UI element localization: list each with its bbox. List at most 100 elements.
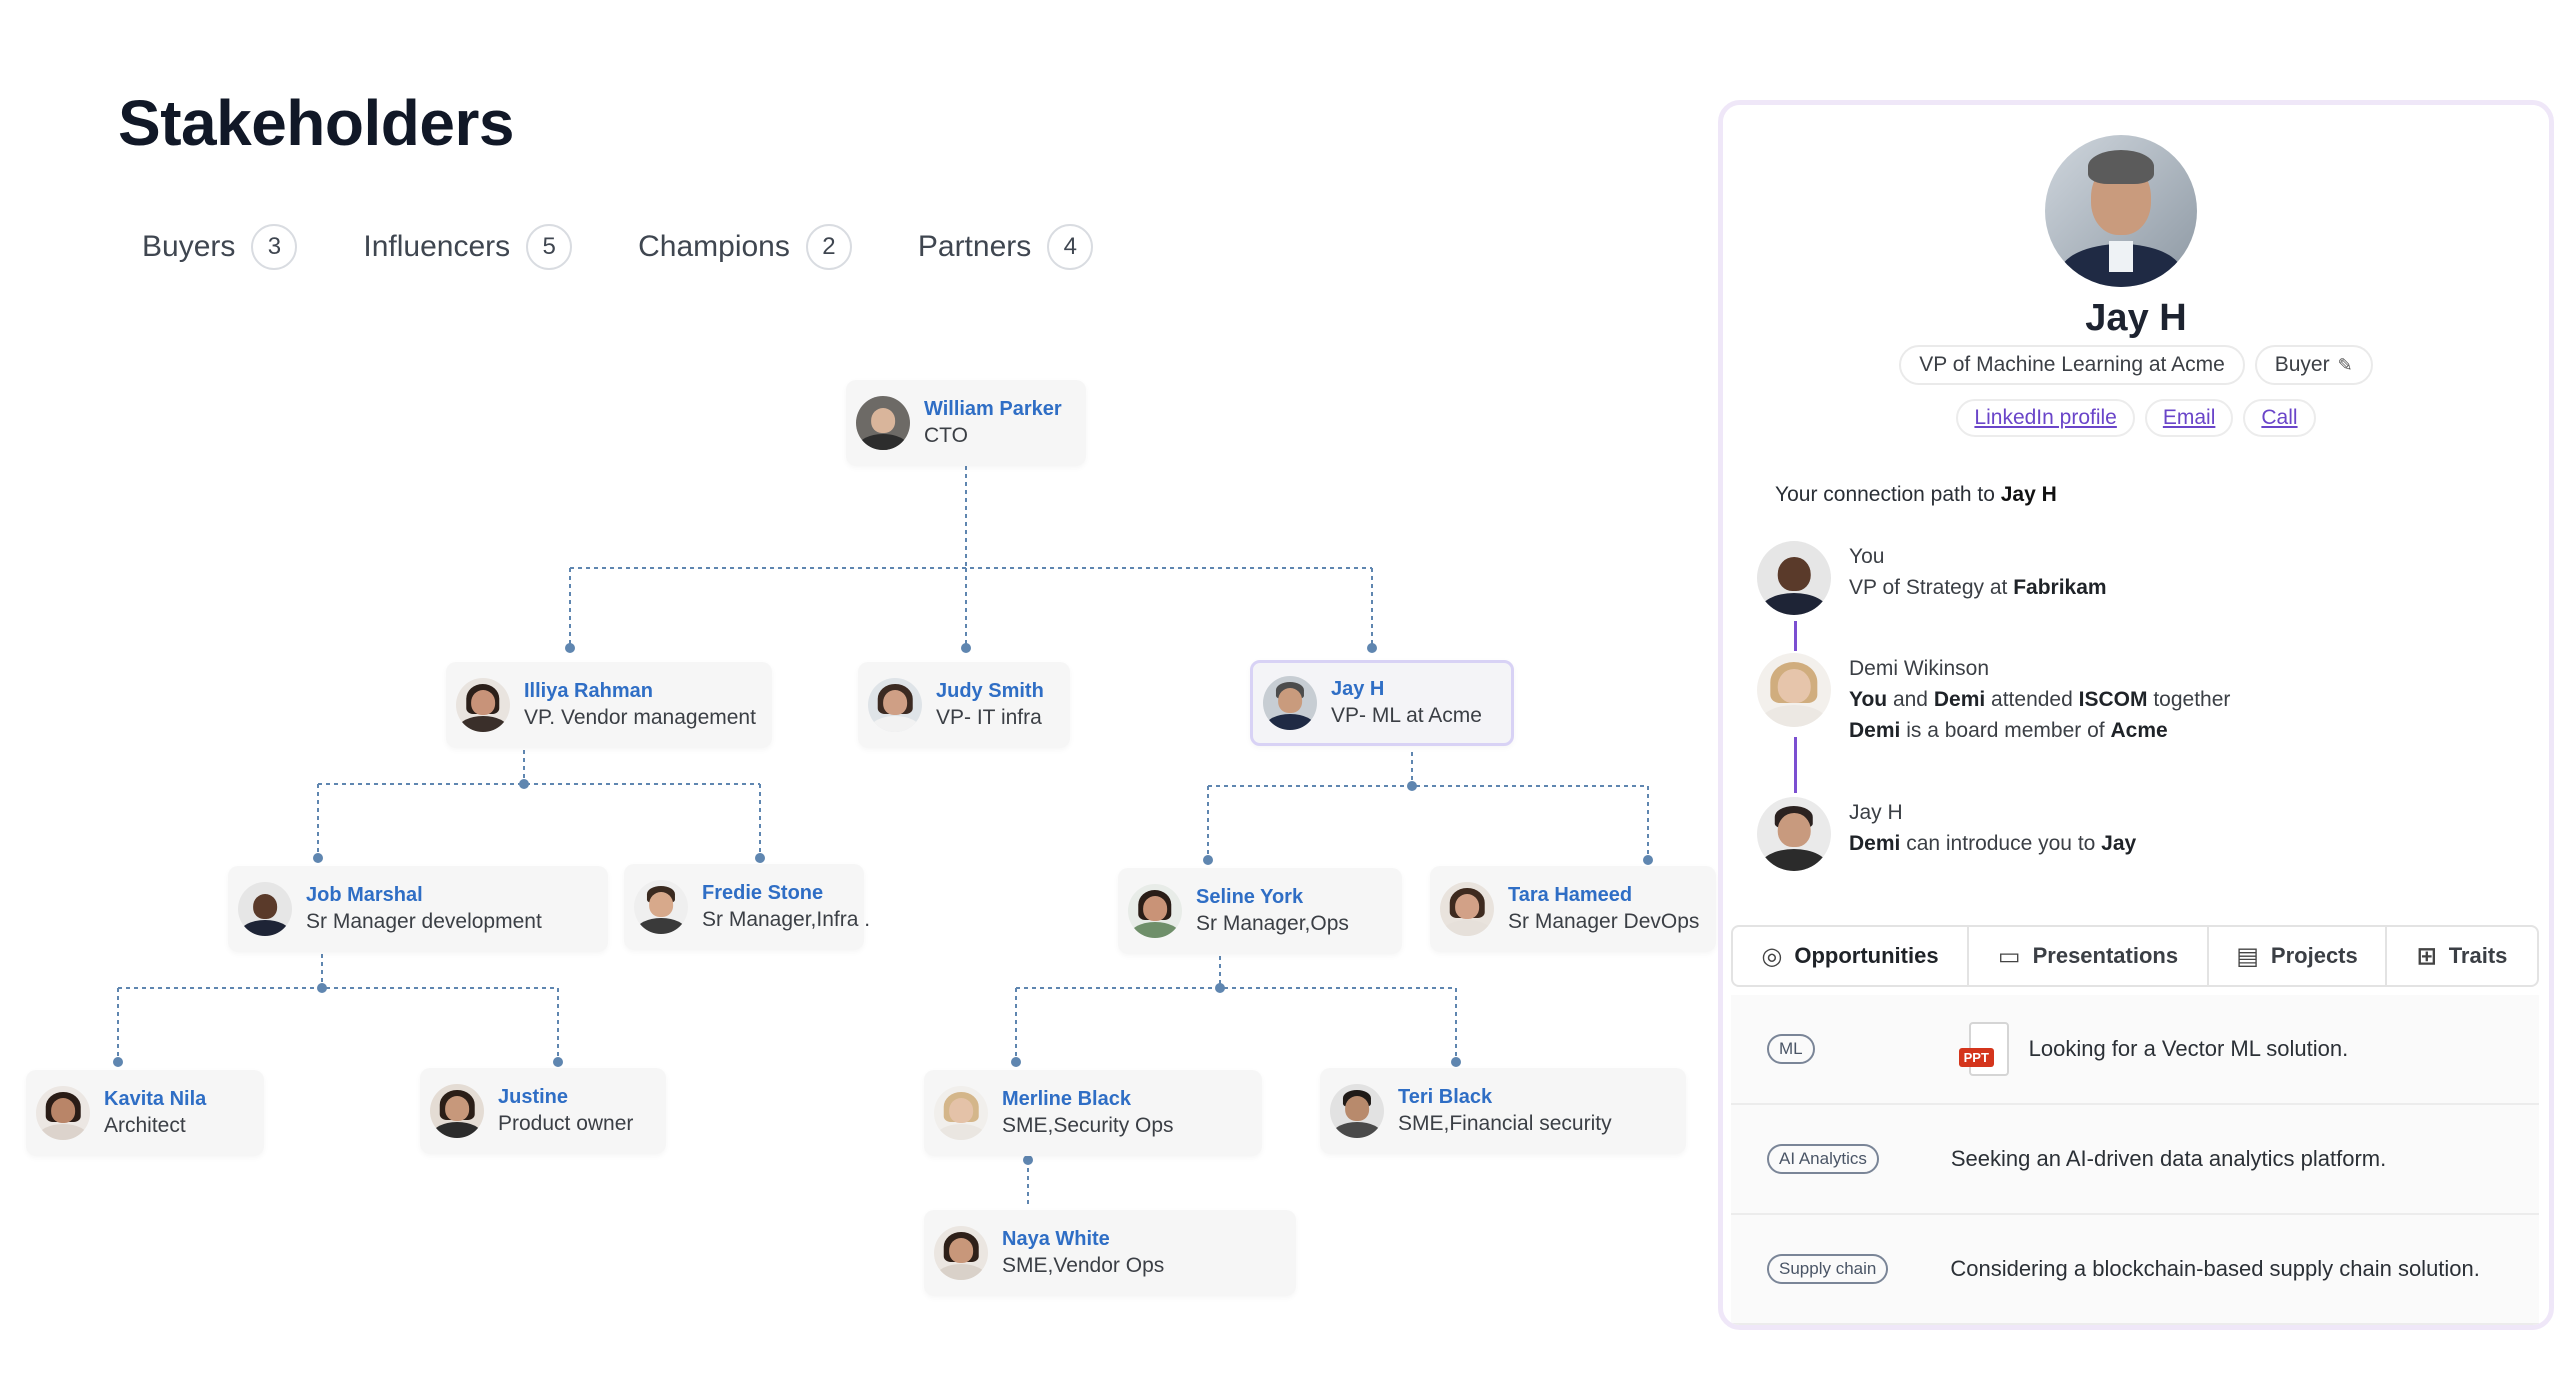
opportunity-item[interactable]: Supply chain Considering a blockchain-ba… (1731, 1215, 2539, 1325)
node-role: Sr Manager,Infra . (702, 908, 871, 931)
tab-opportunities[interactable]: ◎ Opportunities (1733, 927, 1969, 985)
connection-path-title: Your connection path to Jay H (1775, 483, 2057, 507)
opportunity-tag: AI Analytics (1767, 1144, 1879, 1174)
profile-tabs: ◎ Opportunities ▭ Presentations ▤ Projects … (1731, 925, 2539, 987)
avatar (934, 1226, 988, 1280)
connection-name: Jay H (1849, 801, 1903, 824)
tab-traits[interactable]: ⊞ Traits (2387, 927, 2537, 985)
profile-panel: Jay H VP of Machine Learning at Acme Buy… (1718, 100, 2554, 1330)
node-role: SME,Security Ops (1002, 1114, 1174, 1137)
call-link[interactable]: Call (2243, 399, 2316, 437)
opportunity-item[interactable]: AI Analytics Seeking an AI-driven data a… (1731, 1105, 2539, 1215)
node-role: SME,Financial security (1398, 1112, 1612, 1135)
connection-line (1794, 621, 1797, 651)
opportunity-tag: ML (1767, 1034, 1815, 1064)
connection-jay: Jay H Demi can introduce you to Jay (1757, 797, 2136, 871)
node-name: Illiya Rahman (524, 680, 653, 702)
node-name: Jay H (1331, 678, 1385, 700)
tab-projects[interactable]: ▤ Projects (2209, 927, 2387, 985)
node-name: William Parker (924, 398, 1062, 420)
profile-links: LinkedIn profile Email Call (1723, 399, 2549, 437)
org-node-judy-smith[interactable]: Judy Smith VP- IT infra (858, 662, 1070, 748)
tab-label: Presentations (2032, 943, 2179, 968)
node-role: Architect (104, 1114, 186, 1137)
tab-presentations[interactable]: ▭ Presentations (1969, 927, 2209, 985)
org-node-teri-black[interactable]: Teri Black SME,Financial security (1320, 1068, 1686, 1154)
target-icon: ◎ (1761, 942, 1783, 970)
opportunity-text: Looking for a Vector ML solution. (2028, 1036, 2349, 1061)
org-node-fredie-stone[interactable]: Fredie Stone Sr Manager,Infra . (624, 864, 870, 950)
connection-title-prefix: Your connection path to (1775, 483, 1995, 506)
org-node-jay-h[interactable]: Jay H VP- ML at Acme (1250, 660, 1514, 746)
opportunity-text: Considering a blockchain-based supply ch… (1950, 1256, 2480, 1281)
title-chip: VP of Machine Learning at Acme (1899, 345, 2245, 385)
connection-title-name: Jay H (2000, 483, 2057, 506)
node-name: Naya White (1002, 1228, 1110, 1250)
opportunity-text: Seeking an AI-driven data analytics plat… (1950, 1146, 2387, 1171)
profile-header: Jay H VP of Machine Learning at Acme Buy… (1723, 105, 2549, 913)
node-role: Product owner (498, 1112, 634, 1135)
node-role: Sr Manager,Ops (1196, 912, 1349, 935)
node-role: SME,Vendor Ops (1002, 1254, 1165, 1277)
doc-badge: PPT (1958, 1048, 1994, 1067)
ppt-file-icon: PPT (1953, 1018, 2011, 1080)
org-node-seline-york[interactable]: Seline York Sr Manager,Ops (1118, 868, 1402, 954)
connection-detail: Demi is a board member of Acme (1849, 719, 2168, 742)
avatar (1757, 653, 1831, 727)
org-node-william-parker[interactable]: William Parker CTO (846, 380, 1086, 466)
node-role: VP- IT infra (936, 706, 1042, 729)
connection-detail: You and Demi attended ISCOM together (1849, 688, 2231, 711)
node-name: Merline Black (1002, 1088, 1131, 1110)
tab-label: Opportunities (1794, 943, 1939, 968)
avatar (934, 1086, 988, 1140)
pencil-icon[interactable]: ✎ (2338, 355, 2353, 376)
avatar (1757, 541, 1831, 615)
node-name: Teri Black (1398, 1086, 1493, 1108)
opportunities-list: ML PPT Looking for a Vector ML solution.… (1731, 995, 2539, 1325)
profile-name: Jay H (2085, 297, 2187, 339)
connection-name: Demi Wikinson (1849, 657, 1990, 680)
avatar (634, 880, 688, 934)
org-node-kavita-nila[interactable]: Kavita Nila Architect (26, 1070, 264, 1156)
avatar (1757, 797, 1831, 871)
avatar (430, 1084, 484, 1138)
node-name: Justine (498, 1086, 569, 1108)
role-chip-text: Buyer (2274, 353, 2330, 376)
avatar (1330, 1084, 1384, 1138)
connection-name: You (1849, 545, 1885, 568)
role-chip[interactable]: Buyer ✎ (2254, 345, 2373, 385)
avatar (1128, 884, 1182, 938)
node-role: CTO (924, 424, 968, 447)
grid-icon: ⊞ (2416, 942, 2437, 970)
connection-detail: VP of Strategy at Fabrikam (1849, 576, 2107, 599)
node-name: Kavita Nila (104, 1088, 207, 1110)
avatar (238, 882, 292, 936)
org-node-merline-black[interactable]: Merline Black SME,Security Ops (924, 1070, 1262, 1156)
node-role: Sr Manager DevOps (1508, 910, 1700, 933)
connection-detail: Demi can introduce you to Jay (1849, 832, 2137, 855)
connection-you: You VP of Strategy at Fabrikam (1757, 541, 2107, 615)
node-name: Fredie Stone (702, 882, 824, 904)
org-node-naya-white[interactable]: Naya White SME,Vendor Ops (924, 1210, 1296, 1296)
title-chip-text: VP of Machine Learning at Acme (1919, 353, 2225, 376)
org-chart: William Parker CTO Illiya Rahman VP. Ven… (0, 0, 1720, 1400)
node-name: Seline York (1196, 886, 1304, 908)
avatar (456, 678, 510, 732)
org-node-illiya-rahman[interactable]: Illiya Rahman VP. Vendor management (446, 662, 772, 748)
node-role: VP. Vendor management (524, 706, 756, 729)
linkedin-link[interactable]: LinkedIn profile (1956, 399, 2135, 437)
calendar-icon: ▭ (1997, 942, 2021, 970)
connection-demi: Demi Wikinson You and Demi attended ISCO… (1757, 653, 2230, 746)
opportunity-item[interactable]: ML PPT Looking for a Vector ML solution. (1731, 995, 2539, 1105)
avatar (1263, 676, 1317, 730)
org-node-job-marshal[interactable]: Job Marshal Sr Manager development (228, 866, 608, 952)
profile-chips: VP of Machine Learning at Acme Buyer ✎ (1723, 345, 2549, 385)
opportunity-tag: Supply chain (1767, 1254, 1889, 1284)
avatar (868, 678, 922, 732)
org-node-justine[interactable]: Justine Product owner (420, 1068, 666, 1154)
node-name: Tara Hameed (1508, 884, 1633, 906)
node-name: Job Marshal (306, 884, 423, 906)
org-node-tara-hameed[interactable]: Tara Hameed Sr Manager DevOps (1430, 866, 1716, 952)
tab-label: Projects (2270, 943, 2358, 968)
email-link[interactable]: Email (2144, 399, 2234, 437)
